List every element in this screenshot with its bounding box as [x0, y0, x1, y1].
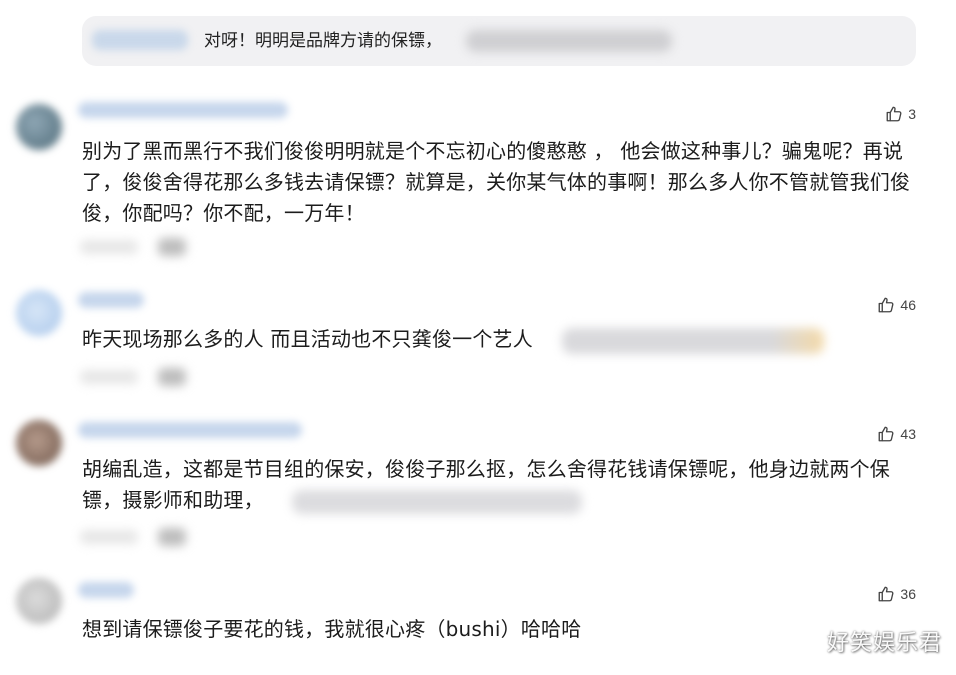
like-button[interactable]: 46: [877, 296, 916, 314]
comment-meta-redacted: [80, 528, 200, 546]
like-count: 43: [900, 426, 916, 442]
thumbs-up-icon: [878, 426, 894, 442]
reply-bubble: 对呀！明明是品牌方请的保镖，: [82, 16, 916, 66]
comment-text-redacted: [562, 328, 824, 354]
reply-username-redacted: [92, 30, 188, 50]
avatar[interactable]: [16, 420, 62, 466]
username-redacted[interactable]: [78, 422, 302, 438]
avatar[interactable]: [16, 578, 62, 624]
avatar[interactable]: [16, 290, 62, 336]
thumbs-up-icon: [878, 297, 894, 313]
reply-text: 对呀！明明是品牌方请的保镖，: [204, 31, 442, 51]
comment-meta-redacted: [80, 238, 200, 256]
like-count: 46: [900, 297, 916, 313]
username-redacted[interactable]: [78, 582, 134, 598]
avatar[interactable]: [16, 104, 62, 150]
username-redacted[interactable]: [78, 292, 144, 308]
comment-text: 想到请保镖俊子要花的钱，我就很心疼（bushi）哈哈哈: [82, 617, 582, 641]
like-count: 3: [908, 106, 916, 122]
comment-text: 别为了黑而黑行不我们俊俊明明就是个不忘初心的傻憨憨 ， 他会做这种事儿？骗鬼呢？…: [82, 139, 911, 225]
like-button[interactable]: 3: [885, 105, 916, 123]
like-button[interactable]: 43: [877, 425, 916, 443]
reply-text-redacted: [466, 30, 672, 52]
comment-meta-redacted: [80, 368, 200, 386]
comment-text-redacted: [292, 490, 582, 514]
watermark: 好笑娱乐君: [826, 631, 942, 656]
like-button[interactable]: 36: [877, 585, 916, 603]
thumbs-up-icon: [878, 586, 894, 602]
username-redacted[interactable]: [78, 102, 288, 118]
like-count: 36: [900, 586, 916, 602]
thumbs-up-icon: [886, 106, 902, 122]
comment-text: 昨天现场那么多的人 而且活动也不只龚俊一个艺人: [82, 327, 533, 351]
